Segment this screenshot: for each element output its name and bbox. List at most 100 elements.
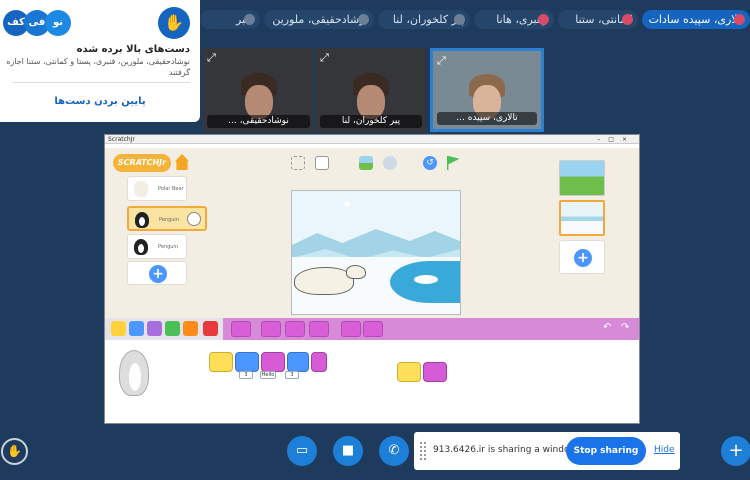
say-block[interactable] xyxy=(261,352,285,372)
raised-hands-title: دست‌های بالا برده شده xyxy=(76,44,190,55)
palette-block[interactable] xyxy=(363,321,383,337)
hide-link[interactable]: Hide xyxy=(654,445,675,455)
stop-sharing-button[interactable]: Stop sharing xyxy=(566,437,646,465)
block-parameter[interactable]: Hello xyxy=(260,371,276,379)
block-categories xyxy=(105,318,223,340)
mic-muted-icon xyxy=(538,14,549,25)
green-flag-block[interactable] xyxy=(397,362,421,382)
raise-hand-button[interactable]: ✋ xyxy=(1,438,28,465)
fullscreen-icon[interactable] xyxy=(291,156,305,170)
green-flag-block[interactable] xyxy=(209,352,233,372)
block-palette: ↶ ↷ xyxy=(105,318,639,340)
text-icon[interactable] xyxy=(383,156,397,170)
polar-bear-thumbnail xyxy=(134,181,148,197)
green-flag-icon[interactable] xyxy=(447,156,460,170)
screen-share-notification: 913.6426.ir is sharing a window. Stop sh… xyxy=(414,432,680,470)
block-parameter[interactable]: 3 xyxy=(285,371,299,379)
raised-hands-panel: کف فی نو ✋ دست‌های بالا برده شده نوشادحق… xyxy=(0,0,200,122)
video-tile-label: نوشادحقیقی، ... xyxy=(207,115,310,128)
expand-icon[interactable]: ⤢ xyxy=(437,54,446,68)
penguin-thumbnail xyxy=(134,239,148,255)
sprite-name: Penguin xyxy=(158,244,178,250)
move-block[interactable] xyxy=(287,352,309,372)
sprite-card[interactable]: Polar Bear xyxy=(127,176,187,201)
video-tile-label: پیر کلخوران، لنا xyxy=(320,115,422,128)
looks-block[interactable] xyxy=(423,362,447,382)
penguin-sprite-preview xyxy=(119,350,149,396)
add-sprite-tile: + xyxy=(127,261,187,285)
participant-chip[interactable]: رهبری، هانا xyxy=(474,10,554,29)
window-titlebar: ScratchJr –□× xyxy=(105,135,639,144)
palette-block[interactable] xyxy=(341,321,361,337)
edit-sprite-icon[interactable] xyxy=(187,212,201,226)
participant-chip-bar: تالاری، سپیده سادات کمانتی، ستنا رهبری، … xyxy=(200,10,750,30)
page-thumbnail[interactable] xyxy=(559,160,605,196)
screen-share-icon[interactable]: ▭ xyxy=(287,436,317,466)
participant-chip-name: تالاری، سپیده سادات xyxy=(648,13,744,26)
code-area[interactable]: 3 Hello 3 xyxy=(105,340,639,423)
hand-icon: ✋ xyxy=(158,7,190,39)
expand-icon[interactable]: ⤢ xyxy=(320,51,329,65)
category-motion[interactable] xyxy=(129,321,144,336)
video-tile-label: تالاری، سپیده ... xyxy=(437,112,537,125)
palette-block[interactable] xyxy=(309,321,329,337)
mic-icon xyxy=(454,14,465,25)
add-page-tile: + xyxy=(559,240,605,274)
video-tile-active-speaker[interactable]: ⤢ تالاری، سپیده ... xyxy=(430,48,544,132)
move-block[interactable] xyxy=(235,352,259,372)
polar-bear-head xyxy=(346,265,366,279)
palette-block[interactable] xyxy=(231,321,251,337)
video-tile[interactable]: ⤢ پیر کلخوران، لنا xyxy=(316,48,426,132)
participant-chip-name: نوشادحقیقی، ملورین xyxy=(272,13,368,26)
scratch-editor: SCRATCHJr Polar Bear Penguin Penguin + ↺ xyxy=(105,148,639,322)
palette-block[interactable] xyxy=(261,321,281,337)
category-control[interactable] xyxy=(183,321,198,336)
category-looks[interactable] xyxy=(147,321,162,336)
redo-icon[interactable]: ↷ xyxy=(621,322,629,333)
participant-face xyxy=(244,84,273,119)
plus-icon[interactable]: + xyxy=(721,436,750,466)
category-sound[interactable] xyxy=(165,321,180,336)
page-thumbnail-selected[interactable] xyxy=(559,200,605,236)
block-parameter[interactable]: 3 xyxy=(239,371,253,379)
mic-muted-icon xyxy=(622,14,633,25)
participant-chip[interactable]: پیر کلخوران، لنا xyxy=(378,10,470,29)
presentation-icon[interactable] xyxy=(315,156,329,170)
mic-icon xyxy=(244,14,255,25)
participant-chip[interactable]: تالاری، سپیده سادات xyxy=(642,10,750,29)
drag-handle[interactable] xyxy=(420,442,426,460)
phone-icon[interactable]: ✆ xyxy=(379,436,409,466)
add-page-button[interactable]: + xyxy=(574,249,592,267)
expand-icon[interactable]: ⤢ xyxy=(207,51,216,65)
video-tile[interactable]: ⤢ نوشادحقیقی، ... xyxy=(203,48,314,132)
stage-decoration xyxy=(344,201,350,207)
sprite-card-selected[interactable]: Penguin xyxy=(127,206,207,231)
shared-window: ScratchJr –□× SCRATCHJr Polar Bear Pengu… xyxy=(104,134,640,424)
window-title: ScratchJr xyxy=(108,136,135,143)
divider xyxy=(12,82,190,83)
lower-all-hands-button[interactable]: پایین بردن دست‌ها xyxy=(0,96,200,107)
camera-icon[interactable]: ■ xyxy=(333,436,363,466)
scratchjr-logo: SCRATCHJr xyxy=(113,154,171,172)
stage-ice-floe xyxy=(414,275,438,284)
raised-hands-names: نوشادحقیقی، ملورین، قنبری، پستا و کمانتی… xyxy=(6,57,190,77)
participant-chip[interactable]: قنبر xyxy=(200,10,260,29)
add-sprite-button[interactable]: + xyxy=(149,265,167,283)
participant-chip[interactable]: کمانتی، ستنا xyxy=(558,10,638,29)
home-icon[interactable] xyxy=(175,154,189,170)
window-controls[interactable]: –□× xyxy=(597,135,635,144)
category-triggers[interactable] xyxy=(111,321,126,336)
stage[interactable] xyxy=(291,190,461,315)
penguin-thumbnail xyxy=(135,212,149,228)
background-icon[interactable] xyxy=(359,156,373,170)
sprite-card[interactable]: Penguin xyxy=(127,234,187,259)
sprite-name: Polar Bear xyxy=(158,186,184,192)
category-end[interactable] xyxy=(203,321,218,336)
undo-icon[interactable]: ↶ xyxy=(603,322,611,333)
polar-bear-sprite[interactable] xyxy=(294,267,354,295)
sprite-name: Penguin xyxy=(159,217,179,223)
participant-chip[interactable]: نوشادحقیقی، ملورین xyxy=(264,10,374,29)
end-block[interactable] xyxy=(311,352,327,372)
reset-icon[interactable]: ↺ xyxy=(423,156,437,170)
palette-block[interactable] xyxy=(285,321,305,337)
